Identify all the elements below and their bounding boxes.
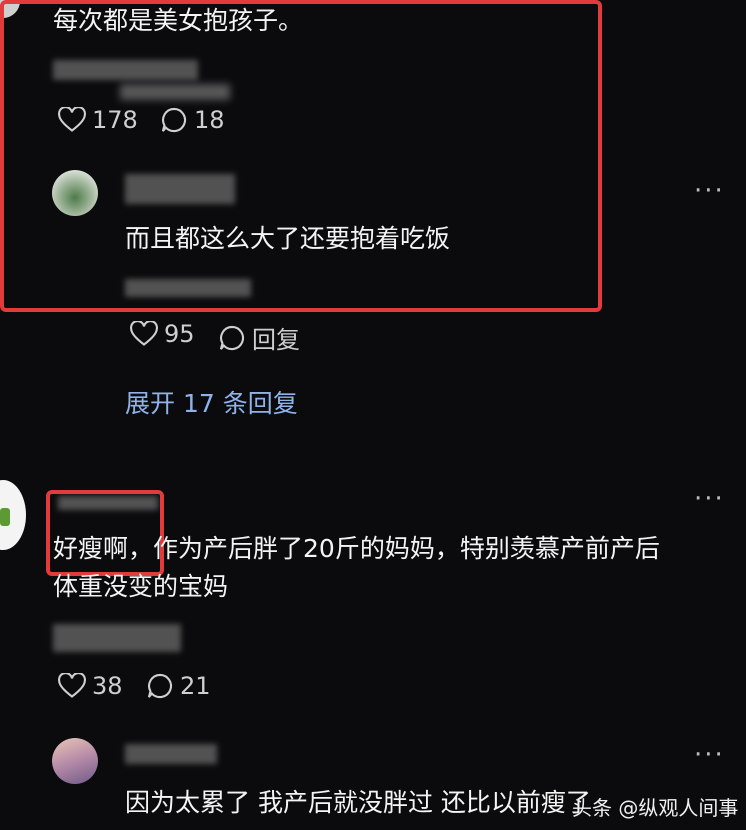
more-options-button[interactable]: ··· <box>694 740 725 770</box>
comment-bubble-icon <box>219 325 245 350</box>
like-button[interactable]: 95 <box>130 320 195 348</box>
reply-label: 回复 <box>252 326 300 354</box>
more-options-button[interactable]: ··· <box>694 176 725 206</box>
heart-icon <box>130 321 158 346</box>
reply-count: 21 <box>180 672 211 700</box>
like-count: 178 <box>92 106 138 134</box>
comment-text-line2: 体重没变的宝妈 <box>53 572 229 601</box>
reply-button[interactable]: 21 <box>146 672 211 700</box>
reply-count: 18 <box>194 106 225 134</box>
like-count: 38 <box>92 672 123 700</box>
avatar-badge <box>0 508 10 526</box>
heart-icon <box>58 107 86 132</box>
reply-username-blurred <box>125 174 235 204</box>
comment-bubble-icon <box>161 107 187 133</box>
comment-text-line1: 好瘦啊，作为产后胖了20斤的妈妈，特别羡慕产前产后 <box>53 532 660 566</box>
avatar-reply1[interactable] <box>52 170 98 216</box>
like-button[interactable]: 178 <box>58 106 138 134</box>
reply-text: 而且都这么大了还要抱着吃饭 <box>125 224 451 253</box>
comment-meta-blurred <box>53 60 198 80</box>
comment-text-rest: 作为产后胖了20斤的妈妈，特别羡慕产前产后 <box>153 534 660 563</box>
comment-meta-blurred-2 <box>120 84 230 100</box>
reply-meta-blurred <box>125 279 251 297</box>
heart-icon <box>58 673 86 698</box>
comment-bubble-icon <box>147 673 173 699</box>
comment-text: 每次都是美女抱孩子。 <box>53 6 304 35</box>
reply-text: 因为太累了 我产后就没胖过 还比以前瘦了 <box>125 788 591 817</box>
watermark: 头条 @纵观人间事 <box>572 796 739 820</box>
comment-text-highlight: 好瘦啊， <box>53 534 154 563</box>
expand-replies-link[interactable]: 展开 17 条回复 <box>125 384 298 420</box>
avatar-reply2[interactable] <box>52 738 98 784</box>
more-options-button[interactable]: ··· <box>694 484 725 514</box>
reply-button[interactable]: 回复 <box>218 320 300 355</box>
highlight-box-1 <box>0 0 602 312</box>
reply-button[interactable]: 18 <box>160 106 225 134</box>
like-count: 95 <box>164 320 195 348</box>
comment-meta-blurred <box>53 624 181 652</box>
like-button[interactable]: 38 <box>58 672 123 700</box>
reply-username-blurred <box>125 744 217 764</box>
